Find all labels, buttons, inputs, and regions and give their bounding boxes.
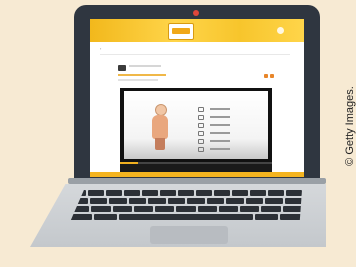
back-arrow-icon: ‹ [100, 46, 102, 51]
laptop-photo: ‹ © Getty Images. [0, 0, 356, 267]
video-menu-item [198, 113, 258, 121]
video-controls-bar[interactable] [120, 164, 272, 172]
back-link[interactable]: ‹ [100, 46, 103, 51]
laptop-lid: ‹ [74, 5, 320, 180]
photo-credit: © Getty Images. [344, 86, 356, 166]
menu-item-icon [198, 114, 204, 120]
video-menu-item [198, 145, 258, 153]
menu-item-label [210, 116, 230, 118]
menu-item-icon [198, 130, 204, 136]
menu-item-icon [198, 106, 204, 112]
video-stage [124, 91, 268, 159]
menu-item-icon [198, 146, 204, 152]
menu-item-label [210, 132, 230, 134]
laptop-screen: ‹ [90, 19, 304, 177]
video-menu-item [198, 121, 258, 129]
menu-item-label [210, 148, 230, 150]
divider [100, 54, 290, 55]
video-player[interactable] [120, 88, 272, 172]
webcam-icon [193, 10, 199, 16]
menu-item-icon [198, 122, 204, 128]
menu-item-label [210, 124, 230, 126]
site-header [90, 19, 304, 42]
laptop-keyboard [70, 190, 302, 222]
menu-item-label [210, 140, 230, 142]
bookmark-icon[interactable] [270, 74, 274, 78]
header-menu-icon[interactable] [277, 27, 284, 34]
site-footer [90, 172, 304, 177]
author-name [129, 65, 161, 67]
menu-item-icon [198, 138, 204, 144]
share-icon[interactable] [264, 74, 268, 78]
menu-item-label [210, 108, 230, 110]
laptop-touchpad [150, 226, 228, 244]
video-menu-item [198, 137, 258, 145]
presenter-legs [155, 138, 165, 150]
presenter-body [152, 115, 168, 139]
laptop-hinge [68, 178, 326, 184]
avatar [118, 65, 126, 71]
author-link[interactable] [118, 74, 166, 76]
author-row [118, 65, 278, 85]
video-menu-item [198, 129, 258, 137]
site-logo[interactable] [168, 23, 194, 40]
action-icons [262, 65, 274, 83]
video-menu-item [198, 105, 258, 113]
video-menu-list [198, 105, 258, 153]
author-meta [118, 79, 158, 81]
